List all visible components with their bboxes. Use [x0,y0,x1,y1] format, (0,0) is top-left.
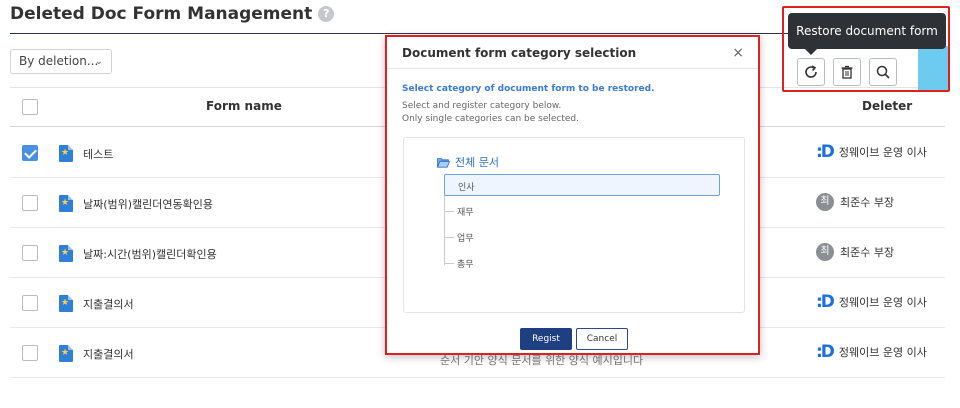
column-header-form-name[interactable]: Form name [206,99,282,113]
tree-item-eopmu[interactable]: 업무 [444,226,720,248]
tree-item-label: 업무 [457,234,474,244]
folder-open-icon [437,157,450,168]
deleter-name: 정웨이브 운영 이사 [838,346,927,359]
deleter-name: 최준수 부장 [840,246,895,259]
deleter-cell: 최 최준수 부장 [816,193,894,211]
category-tree: 전체 문서 인사 재무 업무 총무 [403,137,745,313]
deleter-name: 정웨이브 운영 이사 [838,296,927,309]
avatar: 최 [816,193,834,211]
select-all-checkbox[interactable] [22,99,38,115]
deleter-cell: 최 최준수 부장 [816,243,894,261]
deleter-cell: :D 정웨이브 운영 이사 [816,143,927,161]
tree-stub [444,263,454,264]
help-icon[interactable]: ? [318,6,335,22]
sort-dropdown[interactable]: By deletion... ⌄ [10,49,112,74]
tree-item-jaemu[interactable]: 재무 [444,200,720,222]
form-name[interactable]: 지출결의서 [83,346,134,362]
tree-root[interactable]: 전체 문서 [437,154,499,170]
row-checkbox[interactable] [22,245,38,261]
deleter-cell: :D 정웨이브 운영 이사 [816,343,927,361]
form-name[interactable]: 테스트 [83,146,113,162]
tree-item-insa[interactable]: 인사 [444,174,720,196]
tree-stub [444,211,454,212]
tree-stub [444,237,454,238]
tree-item-label: 재무 [457,208,474,218]
deleter-cell: :D 정웨이브 운영 이사 [816,293,927,311]
avatar: :D [816,142,835,162]
document-form-icon [59,195,73,212]
chevron-down-icon: ⌄ [94,56,103,67]
tree-root-label: 전체 문서 [455,156,499,169]
cancel-button[interactable]: Cancel [576,328,628,350]
form-name[interactable]: 날짜:시간(범위)캘린더확인용 [83,246,217,262]
deleter-name: 정웨이브 운영 이사 [838,146,927,159]
form-name[interactable]: 날짜(범위)캘린더연동확인용 [83,196,213,212]
close-icon[interactable]: × [732,45,744,61]
row-checkbox[interactable] [22,195,38,211]
sort-dropdown-value: By deletion... [19,54,99,68]
deleter-name: 최준수 부장 [840,196,895,209]
tree-item-label: 인사 [458,183,475,193]
document-form-icon [59,245,73,262]
avatar: 최 [816,243,834,261]
avatar: :D [816,342,835,362]
regist-button[interactable]: Regist [520,328,572,350]
category-selection-modal: Document form category selection × Selec… [385,35,760,355]
column-header-deleter[interactable]: Deleter [862,99,912,113]
row-checkbox[interactable] [22,295,38,311]
modal-note: Only single categories can be selected. [402,114,580,124]
document-form-icon [59,345,73,362]
tree-item-label: 총무 [457,260,474,270]
modal-title: Document form category selection [402,45,637,60]
page-title-text: Deleted Doc Form Management [10,4,313,24]
page-title: Deleted Doc Form Management ? [10,4,335,24]
row-checkbox[interactable] [22,145,38,161]
document-form-icon [59,145,73,162]
avatar: :D [816,292,835,312]
toolbar-highlight [782,6,950,92]
tree-item-chongmu[interactable]: 총무 [444,252,720,274]
modal-description: Select and register category below. [402,101,562,111]
title-divider [10,33,916,34]
row-checkbox[interactable] [22,345,38,361]
modal-instruction: Select category of document form to be r… [402,84,655,94]
modal-header: Document form category selection × [387,37,758,69]
form-name[interactable]: 지출결의서 [83,296,134,312]
document-form-icon [59,295,73,312]
